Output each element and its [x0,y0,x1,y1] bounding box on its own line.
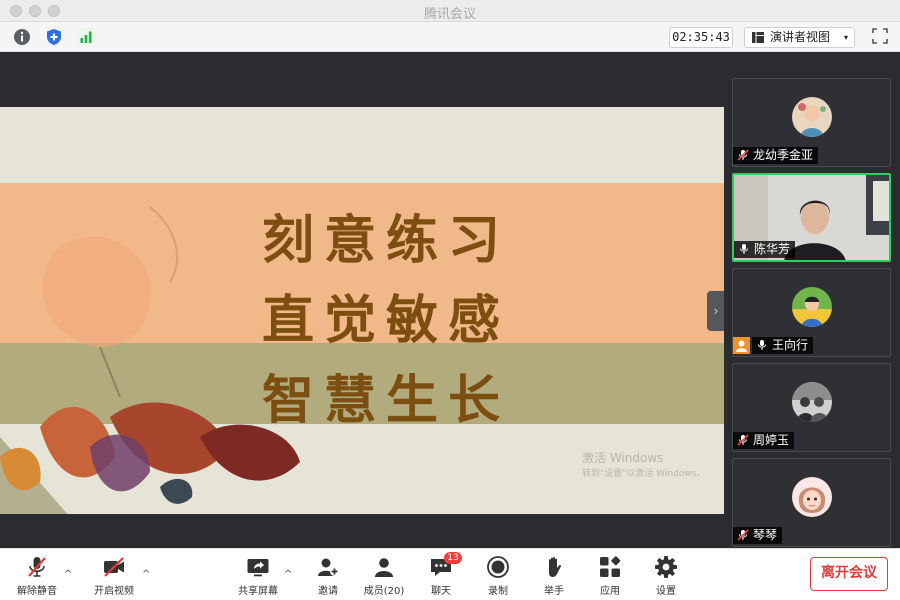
record-icon [487,556,509,578]
mic-muted-icon [737,149,749,161]
participant-tile[interactable]: 琴琴 [732,458,891,547]
camera-off-icon [104,557,124,577]
mic-icon [758,340,766,350]
raise-hand-button[interactable]: 举手 [524,553,584,597]
participant-tile[interactable]: 周婷玉 [732,363,891,452]
title-bar: 腾讯会议 [0,0,900,22]
add-user-icon [318,558,339,576]
slide-line-2: 直觉敏感 [262,290,511,351]
members-icon [375,558,393,577]
video-options-caret[interactable]: ^ [142,569,150,580]
slide-title-block: 刻意练习 直觉敏感 智慧生长 [262,201,722,441]
info-icon[interactable] [13,28,31,46]
fullscreen-icon[interactable] [872,28,888,44]
members-button[interactable]: 成员(20) [354,553,414,597]
avatar [792,382,832,422]
signal-strength-icon[interactable] [77,28,95,46]
main-area: 刻意练习 直觉敏感 智慧生长 激活 Windows 转到"设置"以激活 Wind… [0,52,900,548]
audio-options-caret[interactable]: ^ [64,569,72,580]
raise-hand-icon [549,557,562,577]
chevron-right-icon: › [713,304,719,318]
shield-icon[interactable] [45,28,63,46]
view-mode-label: 演讲者视图 [770,30,831,44]
leave-meeting-button[interactable]: 离开会议 [810,557,888,591]
unmute-button[interactable]: 解除静音 [7,553,67,597]
participant-name-tag: 王向行 [752,337,814,354]
participant-panel: 龙幼季金亚 陈华芳 王向行 周婷玉 琴琴 [724,52,900,548]
gear-icon [655,556,677,578]
avatar [792,97,832,137]
mic-icon [740,244,748,254]
participant-name-tag: 周婷玉 [733,432,795,449]
share-screen-icon [247,559,269,577]
mic-muted-icon [737,529,749,541]
share-screen-button[interactable]: 共享屏幕 [228,553,288,597]
participant-tile[interactable]: 王向行 [732,268,891,357]
bottom-toolbar: 解除静音 ^ 开启视频 ^ 共享屏幕 ^ 邀请 成员(20) 13 聊天 录制 … [0,548,900,600]
view-mode-select[interactable]: 演讲者视图 ▾ [744,27,855,48]
slide-line-3: 智慧生长 [262,370,511,431]
participant-tile-speaking[interactable]: 陈华芳 [732,173,891,262]
share-options-caret[interactable]: ^ [284,569,292,580]
chevron-down-icon: ▾ [843,33,848,42]
host-badge-icon [733,337,750,354]
top-toolbar: 02:35:43 演讲者视图 ▾ [0,22,900,52]
participant-tile[interactable]: 龙幼季金亚 [732,78,891,167]
apps-grid-icon [600,556,621,577]
participant-name-tag: 琴琴 [733,527,783,544]
chat-button[interactable]: 13 聊天 [411,552,471,597]
mic-muted-icon [737,434,749,446]
apps-button[interactable]: 应用 [580,553,640,597]
participant-name-tag: 龙幼季金亚 [733,147,819,164]
mic-muted-icon [28,557,46,577]
settings-button[interactable]: 设置 [636,553,696,597]
window-title: 腾讯会议 [423,7,476,22]
shared-screen-slide: 刻意练习 直觉敏感 智慧生长 激活 Windows 转到"设置"以激活 Wind… [0,107,724,514]
participant-name-tag: 陈华芳 [734,241,796,258]
invite-button[interactable]: 邀请 [298,553,358,597]
avatar [792,287,832,327]
speaker-view-icon [752,32,764,43]
avatar [792,477,832,517]
collapse-panel-button[interactable]: › [707,291,725,331]
start-video-button[interactable]: 开启视频 [84,553,144,597]
chat-unread-badge: 13 [444,552,462,564]
record-button[interactable]: 录制 [468,553,528,597]
meeting-timer: 02:35:43 [669,27,733,48]
activate-windows-watermark: 激活 Windows 转到"设置"以激活 Windows。 [582,451,706,479]
slide-line-1: 刻意练习 [262,210,511,271]
